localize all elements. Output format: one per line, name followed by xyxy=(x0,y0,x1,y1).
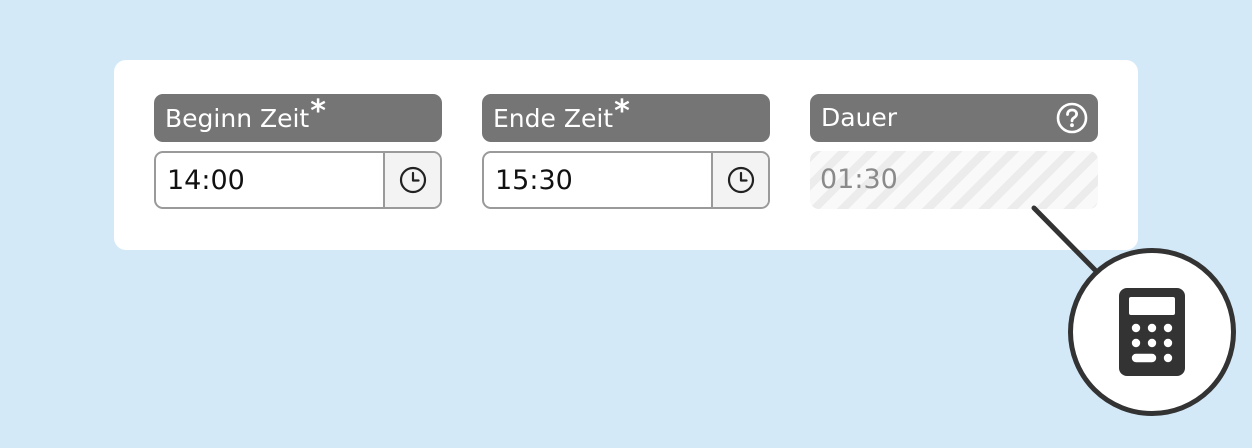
duration-label: Dauer xyxy=(821,103,898,132)
start-time-input[interactable] xyxy=(156,153,383,207)
clock-icon xyxy=(399,166,426,194)
end-time-input-box xyxy=(482,151,770,209)
duration-label-bar: Dauer xyxy=(810,94,1098,142)
end-time-input[interactable] xyxy=(484,153,711,207)
start-time-field: Beginn Zeit* xyxy=(154,94,442,209)
calculator-icon xyxy=(1119,288,1185,376)
start-time-picker-button[interactable] xyxy=(383,153,440,207)
start-time-label: Beginn Zeit xyxy=(165,104,310,133)
start-time-label-bar: Beginn Zeit* xyxy=(154,94,442,142)
end-time-field: Ende Zeit* xyxy=(482,94,770,209)
start-time-input-box xyxy=(154,151,442,209)
end-time-label-bar: Ende Zeit* xyxy=(482,94,770,142)
time-form-card: Beginn Zeit* Ende Zeit* xyxy=(114,60,1138,250)
end-time-picker-button[interactable] xyxy=(711,153,768,207)
help-icon[interactable] xyxy=(1056,102,1088,134)
duration-field: Dauer 01:30 xyxy=(810,94,1098,209)
required-asterisk: * xyxy=(614,94,630,129)
required-asterisk: * xyxy=(310,94,326,129)
end-time-label: Ende Zeit xyxy=(493,104,614,133)
clock-icon xyxy=(727,166,754,194)
duration-value: 01:30 xyxy=(810,151,1098,209)
calculator-callout xyxy=(1068,248,1236,416)
